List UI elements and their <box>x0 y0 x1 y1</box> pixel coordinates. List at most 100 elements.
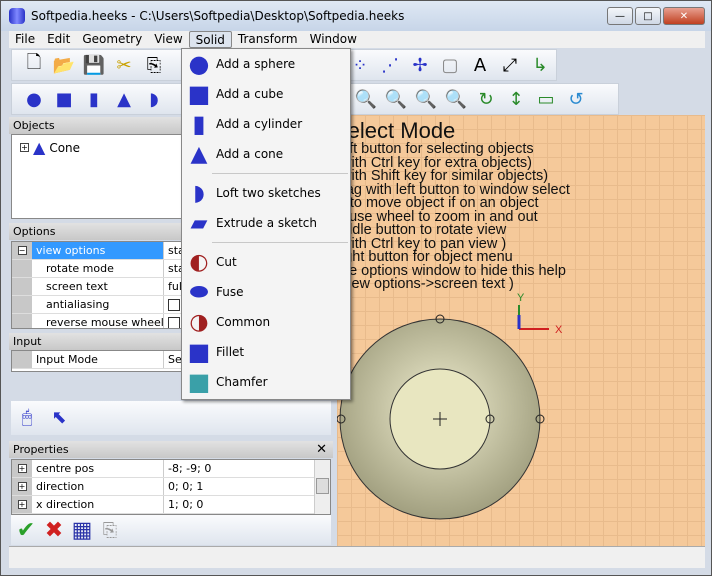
axis-y-label: Y <box>517 292 525 304</box>
property-key: x direction <box>32 496 164 513</box>
fuse-icon: ⬬ <box>189 279 209 305</box>
screen-icon[interactable]: ▭ <box>534 87 558 111</box>
window-title: Softpedia.heeks - C:\Users\Softpedia\Des… <box>31 9 405 23</box>
menu-item-cut[interactable]: ◐ Cut <box>182 247 350 277</box>
solid-menu-dropdown: ● Add a sphere ■ Add a cube ▮ Add a cylinde… <box>181 48 351 400</box>
menu-edit[interactable]: Edit <box>41 31 76 48</box>
cone-icon: ▲ <box>33 138 46 157</box>
menu-solid[interactable]: Solid <box>188 31 232 48</box>
pan-view-icon[interactable]: ↕ <box>504 87 528 111</box>
zoom-previous-icon[interactable]: 🔍 <box>354 87 378 111</box>
points-icon[interactable]: ✢ <box>408 53 432 77</box>
property-row[interactable]: + x direction 1; 0; 0 <box>12 496 330 514</box>
option-key: view options <box>32 242 164 259</box>
close-button[interactable]: ✕ <box>663 7 705 25</box>
maximize-button[interactable]: □ <box>635 7 661 25</box>
menu-item-chamfer[interactable]: ■ Chamfer <box>182 367 350 397</box>
zoom-fit-icon[interactable]: 🔍 <box>414 87 438 111</box>
axis-indicator: X Y <box>517 292 563 336</box>
3d-viewport[interactable]: Select Mode eft button for selecting obj… <box>337 115 705 546</box>
copy-icon[interactable]: ⎘ <box>98 518 122 542</box>
model-canvas: X Y <box>337 292 563 520</box>
menu-view[interactable]: View <box>148 31 188 48</box>
property-value[interactable]: 0; 0; 1 <box>164 478 330 495</box>
property-row[interactable]: + centre pos -8; -9; 0 <box>12 460 330 478</box>
property-value[interactable]: -8; -9; 0 <box>164 460 330 477</box>
expand-icon[interactable]: + <box>17 482 27 491</box>
properties-grid: + centre pos -8; -9; 0 + direction 0; 0; 1 +… <box>11 459 331 515</box>
cube-tool-icon[interactable]: ■ <box>52 87 76 111</box>
close-properties-icon[interactable]: ✕ <box>316 441 327 458</box>
cone-icon: ▲ <box>190 141 208 167</box>
menu-transform[interactable]: Transform <box>232 31 304 48</box>
cylinder-tool-icon[interactable]: ▮ <box>82 87 106 111</box>
line-points-icon[interactable]: ⋰ <box>378 53 402 77</box>
menu-item-add-cube[interactable]: ■ Add a cube <box>182 79 350 109</box>
property-row[interactable]: + direction 0; 0; 1 <box>12 478 330 496</box>
app-icon <box>9 8 25 24</box>
menu-separator <box>212 242 348 243</box>
image-icon[interactable]: ▢ <box>438 53 462 77</box>
expand-icon[interactable]: + <box>17 500 27 509</box>
properties-title: Properties <box>13 443 69 456</box>
cube-icon: ■ <box>187 80 211 108</box>
zoom-selected-icon[interactable]: 🔍 <box>444 87 468 111</box>
menu-item-add-cone[interactable]: ▲ Add a cone <box>182 139 350 169</box>
loft-tool-icon[interactable]: ◗ <box>142 87 166 111</box>
input-toolbar: 🖱 ⬉ <box>11 401 331 435</box>
menu-bar: File Edit Geometry View Solid Transform … <box>9 31 705 48</box>
apply-check-icon[interactable]: ✔ <box>14 518 38 543</box>
open-folder-icon[interactable]: 📂 <box>52 53 76 77</box>
chamfer-icon: ■ <box>187 368 211 396</box>
cylinder-icon: ▮ <box>192 110 206 138</box>
menu-item-fuse[interactable]: ⬬ Fuse <box>182 277 350 307</box>
cancel-x-icon[interactable]: ✖ <box>42 518 66 543</box>
menu-item-extrude[interactable]: ▰ Extrude a sketch <box>182 208 350 238</box>
menu-window[interactable]: Window <box>304 31 363 48</box>
fillet-icon: ■ <box>187 338 211 366</box>
axis-x-label: X <box>555 324 563 336</box>
new-file-icon[interactable]: 🗋 <box>22 52 46 77</box>
main-window: Softpedia.heeks - C:\Users\Softpedia\Des… <box>0 0 712 576</box>
select-cursor-icon[interactable]: ⬉ <box>47 405 71 429</box>
extrude-icon: ▰ <box>190 210 208 236</box>
properties-toolbar: ✔ ✖ ▦ ⎘ <box>11 515 331 545</box>
menu-item-fillet[interactable]: ■ Fillet <box>182 337 350 367</box>
property-value[interactable]: 1; 0; 0 <box>164 496 330 513</box>
menu-file[interactable]: File <box>9 31 41 48</box>
save-icon[interactable]: 💾 <box>82 53 106 77</box>
mouse-icon[interactable]: 🖱 <box>15 405 39 429</box>
sphere-icon: ● <box>188 50 210 78</box>
expand-icon[interactable]: + <box>20 143 29 152</box>
minimize-button[interactable]: — <box>607 7 633 25</box>
rotate-view-icon[interactable]: ↻ <box>474 87 498 111</box>
menu-item-common[interactable]: ◑ Common <box>182 307 350 337</box>
sphere-tool-icon[interactable]: ● <box>22 87 46 111</box>
antialiasing-checkbox[interactable] <box>168 299 180 311</box>
redraw-icon[interactable]: ↺ <box>564 87 588 111</box>
text-icon[interactable]: A <box>468 53 492 77</box>
option-key: rotate mode <box>32 260 164 277</box>
title-bar: Softpedia.heeks - C:\Users\Softpedia\Des… <box>1 1 711 31</box>
copy-icon[interactable]: ⎘ <box>142 53 166 77</box>
reverse-mouse-wheel-checkbox[interactable] <box>168 317 180 328</box>
cone-tool-icon[interactable]: ▲ <box>112 87 136 111</box>
collapse-icon[interactable]: − <box>17 246 27 255</box>
option-key: screen text <box>32 278 164 295</box>
properties-panel-header: Properties ✕ <box>9 441 333 458</box>
menu-item-add-sphere[interactable]: ● Add a sphere <box>182 49 350 79</box>
tree-item-label: Cone <box>49 140 81 155</box>
cut-scissors-icon[interactable]: ✂ <box>112 53 136 77</box>
expand-icon[interactable]: + <box>17 464 27 473</box>
circle-points-icon[interactable]: ⁘ <box>348 53 372 77</box>
coordinate-system-icon[interactable]: ↳ <box>528 53 552 77</box>
properties-scrollbar[interactable] <box>314 460 330 514</box>
menu-item-add-cylinder[interactable]: ▮ Add a cylinder <box>182 109 350 139</box>
option-key: reverse mouse wheel <box>32 314 164 328</box>
menu-geometry[interactable]: Geometry <box>76 31 148 48</box>
grid-icon[interactable]: ▦ <box>70 518 94 543</box>
dimension-icon[interactable]: ⤢ <box>498 53 522 77</box>
common-icon: ◑ <box>189 309 209 335</box>
menu-item-loft[interactable]: ◗ Loft two sketches <box>182 178 350 208</box>
zoom-window-icon[interactable]: 🔍 <box>384 87 408 111</box>
